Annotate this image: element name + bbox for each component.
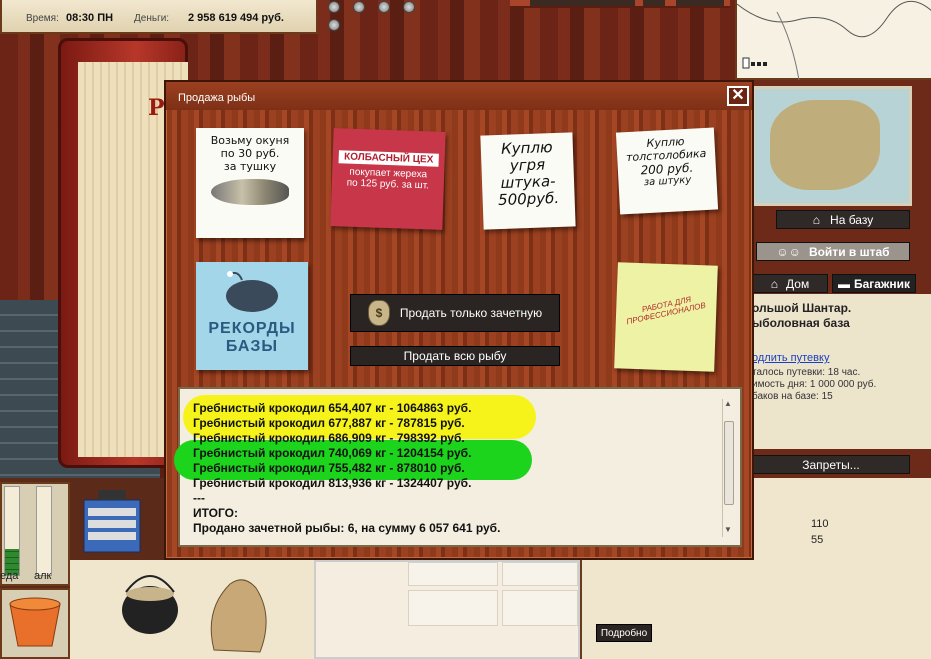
scroll-thumb[interactable]	[724, 421, 734, 505]
fish-bag-icon[interactable]	[204, 570, 274, 659]
people-icon: ☺☺	[776, 244, 801, 259]
base-info-panel: ольшой Шантар. ыболовная база одлить пут…	[752, 294, 931, 449]
sell-all-label: Продать всю рыбу	[403, 349, 507, 363]
cauldron-icon[interactable]	[118, 568, 218, 658]
tackle-box-icon[interactable]	[80, 486, 146, 556]
speed-button[interactable]	[328, 19, 340, 31]
extend-pass-link[interactable]: одлить путевку	[752, 352, 829, 364]
speed-button[interactable]	[378, 1, 390, 13]
speed-button[interactable]	[353, 1, 365, 13]
perch-icon	[211, 179, 289, 205]
enter-hq-button[interactable]: ☺☺ Войти в штаб	[756, 242, 910, 261]
log-line: Гребнистый крокодил 654,407 кг - 1064863…	[193, 401, 472, 415]
status-bar: Время: 08:30 ПН Деньги: 2 958 619 494 ру…	[0, 0, 318, 34]
tab-home[interactable]: ⌂ Дом	[752, 274, 828, 293]
to-base-button[interactable]: ⌂ На базу	[776, 210, 910, 229]
inventory-slot[interactable]	[408, 562, 498, 586]
food-meter	[4, 486, 20, 576]
enter-hq-label: Войти в штаб	[808, 244, 890, 259]
log-line: Гребнистый крокодил 677,887 кг - 787815 …	[193, 416, 465, 430]
inventory-slot[interactable]	[502, 590, 578, 626]
food-meter-label: еда	[0, 570, 19, 582]
note-line: Возьму окуня	[210, 134, 290, 147]
to-base-label: На базу	[830, 212, 874, 227]
log-line: Гребнистый крокодил 813,936 кг - 1324407…	[193, 476, 472, 490]
bans-label: Запреты...	[802, 457, 860, 472]
sale-log[interactable]: Гребнистый крокодил 654,407 кг - 1064863…	[174, 387, 742, 547]
money-label: Деньги:	[134, 13, 170, 24]
tab-trunk[interactable]: ▬ Багажник	[832, 274, 916, 293]
inventory-slot[interactable]	[502, 562, 578, 586]
note-line: за тушку	[223, 160, 277, 173]
time-label: Время:	[26, 13, 59, 24]
top-strip-button[interactable]	[643, 0, 665, 6]
log-line: Гребнистый крокодил 740,069 кг - 1204154…	[193, 446, 472, 460]
note-line: 500руб.	[497, 188, 560, 210]
day-cost-text: имость дня: 1 000 000 руб.	[752, 379, 877, 390]
scroll-down-icon[interactable]: ▼	[724, 525, 732, 534]
inventory-items	[70, 560, 314, 659]
top-strip-button[interactable]	[676, 0, 724, 6]
log-line: Гребнистый крокодил 686,909 кг - 798392 …	[193, 431, 465, 445]
tab-trunk-label: Багажник	[853, 276, 911, 291]
sell-trophy-button[interactable]: $ Продать только зачетную	[350, 294, 560, 332]
log-scrollbar[interactable]: ▲ ▼	[722, 399, 734, 537]
alcohol-meter-label: алк	[34, 570, 52, 582]
stat-value: 55	[811, 534, 824, 546]
log-line: Продано зачетной рыбы: 6, на сумму 6 057…	[193, 521, 501, 535]
money-value: 2 958 619 494 руб.	[188, 12, 284, 24]
home-icon: ⌂	[770, 276, 779, 291]
sell-trophy-label: Продать только зачетную	[399, 306, 543, 320]
dialog-title: Продажа рыбы	[178, 92, 256, 104]
top-strip-button[interactable]	[530, 0, 635, 6]
bucket-icon	[9, 597, 61, 647]
money-bag-icon: $	[367, 300, 390, 326]
sell-fish-dialog: Продажа рыбы ✕ Возьму окуня по 30 руб. з…	[164, 80, 754, 560]
speed-controls	[328, 0, 448, 31]
anglerfish-icon	[226, 271, 278, 312]
records-line1: РЕКОРДЫ	[208, 320, 296, 337]
note-line: по 30 руб.	[220, 147, 280, 160]
speed-button[interactable]	[328, 1, 340, 13]
base-name-line2: ыболовная база	[752, 316, 850, 330]
tab-home-label: Дом	[786, 276, 810, 291]
perch-buyer-note[interactable]: Возьму окуня по 30 руб. за тушку	[196, 128, 304, 238]
records-line2: БАЗЫ	[225, 338, 279, 355]
coastline-map	[736, 1, 931, 81]
car-icon: ▬	[837, 276, 850, 291]
speed-button[interactable]	[403, 1, 415, 13]
bucket-slot[interactable]	[0, 588, 70, 659]
scroll-up-icon[interactable]: ▲	[724, 399, 732, 408]
house-icon: ⌂	[812, 212, 821, 227]
close-button[interactable]: ✕	[727, 86, 749, 106]
inventory-slots	[314, 560, 580, 659]
log-line: ---	[193, 491, 205, 505]
details-button[interactable]: Подробно	[596, 624, 652, 642]
fishermen-count-text: баков на базе: 15	[752, 391, 833, 402]
log-line: ИТОГО:	[193, 506, 238, 520]
silver-carp-buyer-note[interactable]: Куплю толстолобика 200 руб. за штуку	[615, 127, 719, 215]
record-book-title: Р	[148, 95, 165, 121]
inventory-slot[interactable]	[408, 590, 498, 626]
sausage-factory-header: КОЛБАСНЫЙ ЦЕХ	[338, 150, 439, 167]
stat-value: 110	[811, 518, 829, 530]
time-value: 08:30 ПН	[66, 12, 114, 24]
region-map-top[interactable]	[735, 0, 931, 81]
map-island	[770, 100, 880, 190]
alcohol-meter	[36, 486, 52, 576]
needs-panel: еда алк	[0, 482, 70, 586]
pro-work-note[interactable]: РАБОТА ДЛЯ ПРОФЕССИОНАЛОВ	[614, 262, 718, 372]
base-records-note[interactable]: РЕКОРДЫ БАЗЫ	[196, 262, 308, 370]
bans-button[interactable]: Запреты...	[752, 455, 910, 474]
eel-buyer-note[interactable]: Куплю угря штука- 500руб.	[480, 132, 576, 230]
pass-remaining-text: талось путевки: 18 час.	[752, 367, 861, 378]
log-line: Гребнистый крокодил 755,482 кг - 878010 …	[193, 461, 465, 475]
sell-all-button[interactable]: Продать всю рыбу	[350, 346, 560, 366]
base-name-line1: ольшой Шантар.	[752, 301, 852, 315]
sausage-factory-note[interactable]: КОЛБАСНЫЙ ЦЕХ покупает жереха по 125 руб…	[330, 128, 446, 230]
